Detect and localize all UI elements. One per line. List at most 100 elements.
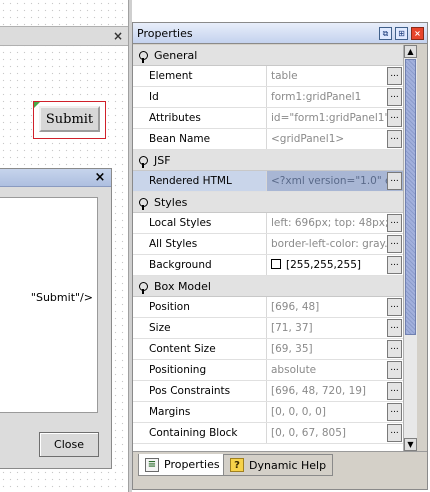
property-row[interactable]: Positioning absolute... xyxy=(133,360,403,381)
property-value-text: [696, 48, 720, 19] xyxy=(271,385,367,397)
property-value-text: table xyxy=(271,70,298,82)
scroll-thumb[interactable] xyxy=(405,59,416,335)
source-dialog: × "Submit"/> Close xyxy=(0,168,112,469)
color-swatch[interactable] xyxy=(271,259,281,269)
edit-ellipsis-button[interactable]: ... xyxy=(387,130,402,148)
tab-label: Dynamic Help xyxy=(249,458,327,472)
dialog-close-icon[interactable]: × xyxy=(92,170,108,186)
property-value-text: border-left-color: gray... xyxy=(271,238,395,250)
property-row[interactable]: Element table... xyxy=(133,66,403,87)
property-value[interactable]: [71, 37]... xyxy=(267,318,403,338)
property-row[interactable]: Pos Constraints [696, 48, 720, 19]... xyxy=(133,381,403,402)
property-sheet: General Element table... Id form1:gridPa… xyxy=(133,45,403,451)
property-value[interactable]: <?xml version="1.0" e...... xyxy=(267,171,403,191)
edit-ellipsis-button[interactable]: ... xyxy=(387,235,402,253)
property-row[interactable]: Background [255,255,255]... xyxy=(133,255,403,276)
edit-ellipsis-button[interactable]: ... xyxy=(387,298,402,316)
category-general[interactable]: General xyxy=(133,45,403,66)
property-row[interactable]: Attributes id="form1:gridPanel1",...... xyxy=(133,108,403,129)
category-expand-icon[interactable] xyxy=(139,197,148,210)
property-value[interactable]: border-left-color: gray...... xyxy=(267,234,403,254)
edit-ellipsis-button[interactable]: ... xyxy=(387,256,402,274)
property-row[interactable]: Bean Name <gridPanel1>... xyxy=(133,129,403,150)
properties-sheet-icon: ≡ xyxy=(145,457,159,472)
property-name: Pos Constraints xyxy=(133,381,267,401)
property-value[interactable]: absolute... xyxy=(267,360,403,380)
property-value-text: left: 696px; top: 48px; ... xyxy=(271,217,402,229)
property-value-text: [255,255,255] xyxy=(286,259,361,271)
close-panel-icon[interactable]: × xyxy=(411,26,424,40)
property-value[interactable]: [69, 35]... xyxy=(267,339,403,359)
properties-titlebar: Properties ⧉ ⊞ × xyxy=(132,22,428,44)
edit-ellipsis-button[interactable]: ... xyxy=(387,88,402,106)
property-value-text: <gridPanel1> xyxy=(271,133,345,145)
category-label: JSF xyxy=(154,153,171,167)
property-row[interactable]: Containing Block [0, 0, 67, 805]... xyxy=(133,423,403,444)
edit-ellipsis-button[interactable]: ... xyxy=(387,424,402,442)
restore-icon[interactable]: ⧉ xyxy=(379,26,392,40)
property-value[interactable]: table... xyxy=(267,66,403,86)
panel-tab-strip: ≡ Properties ? Dynamic Help xyxy=(133,451,427,489)
property-name: Size xyxy=(133,318,267,338)
dialog-titlebar[interactable]: × xyxy=(0,169,111,187)
edit-ellipsis-button[interactable]: ... xyxy=(387,109,402,127)
property-row[interactable]: Content Size [69, 35]... xyxy=(133,339,403,360)
property-row[interactable]: Local Styles left: 696px; top: 48px; ...… xyxy=(133,213,403,234)
property-name: Positioning xyxy=(133,360,267,380)
property-name: Bean Name xyxy=(133,129,267,149)
property-row[interactable]: Id form1:gridPanel1... xyxy=(133,87,403,108)
property-name: Content Size xyxy=(133,339,267,359)
property-value[interactable]: [0, 0, 0, 0]... xyxy=(267,402,403,422)
property-value[interactable]: [696, 48, 720, 19]... xyxy=(267,381,403,401)
edit-ellipsis-button[interactable]: ... xyxy=(387,382,402,400)
property-value[interactable]: <gridPanel1>... xyxy=(267,129,403,149)
property-row[interactable]: Margins [0, 0, 0, 0]... xyxy=(133,402,403,423)
scroll-down-icon[interactable]: ▼ xyxy=(404,438,417,451)
property-name: Id xyxy=(133,87,267,107)
edit-ellipsis-button[interactable]: ... xyxy=(387,319,402,337)
scroll-up-icon[interactable]: ▲ xyxy=(404,45,417,58)
submit-button[interactable]: Submit xyxy=(39,106,100,132)
float-window-icon[interactable]: ⊞ xyxy=(395,26,408,40)
tab-properties[interactable]: ≡ Properties xyxy=(138,454,227,476)
property-value-text: [0, 0, 67, 805] xyxy=(271,427,346,439)
property-name: All Styles xyxy=(133,234,267,254)
category-expand-icon[interactable] xyxy=(139,50,148,63)
category-expand-icon[interactable] xyxy=(139,281,148,294)
property-value[interactable]: [0, 0, 67, 805]... xyxy=(267,423,403,443)
dialog-source-area: "Submit"/> xyxy=(0,197,98,413)
category-box-model[interactable]: Box Model xyxy=(133,276,403,297)
selected-component-outline[interactable]: Submit xyxy=(33,101,106,139)
category-jsf[interactable]: JSF xyxy=(133,150,403,171)
property-value-text: <?xml version="1.0" e... xyxy=(271,175,402,187)
help-icon: ? xyxy=(230,458,244,472)
edit-ellipsis-button[interactable]: ... xyxy=(387,214,402,232)
property-name: Background xyxy=(133,255,267,275)
property-value[interactable]: left: 696px; top: 48px; ...... xyxy=(267,213,403,233)
category-styles[interactable]: Styles xyxy=(133,192,403,213)
edit-ellipsis-button[interactable]: ... xyxy=(387,340,402,358)
property-value-text: [69, 35] xyxy=(271,343,313,355)
property-value[interactable]: [696, 48]... xyxy=(267,297,403,317)
tab-dynamic-help[interactable]: ? Dynamic Help xyxy=(223,454,334,476)
property-value[interactable]: id="form1:gridPanel1",...... xyxy=(267,108,403,128)
edit-ellipsis-button[interactable]: ... xyxy=(387,67,402,85)
property-row[interactable]: Size [71, 37]... xyxy=(133,318,403,339)
property-value-text: form1:gridPanel1 xyxy=(271,91,362,103)
close-button[interactable]: Close xyxy=(39,432,99,457)
property-name: Attributes xyxy=(133,108,267,128)
category-expand-icon[interactable] xyxy=(139,155,148,168)
property-row[interactable]: All Styles border-left-color: gray...... xyxy=(133,234,403,255)
property-value[interactable]: [255,255,255]... xyxy=(267,255,403,275)
edit-ellipsis-button[interactable]: ... xyxy=(387,403,402,421)
property-row[interactable]: Position [696, 48]... xyxy=(133,297,403,318)
edit-ellipsis-button[interactable]: ... xyxy=(387,361,402,379)
property-value-text: [696, 48] xyxy=(271,301,320,313)
property-value[interactable]: form1:gridPanel1... xyxy=(267,87,403,107)
category-label: Styles xyxy=(154,195,188,209)
edit-ellipsis-button[interactable]: ... xyxy=(387,172,402,190)
property-value-text: [0, 0, 0, 0] xyxy=(271,406,326,418)
vertical-scrollbar[interactable]: ▲ ▼ xyxy=(403,45,417,451)
property-row-selected[interactable]: Rendered HTML <?xml version="1.0" e.....… xyxy=(133,171,403,192)
close-icon[interactable]: × xyxy=(110,28,126,44)
